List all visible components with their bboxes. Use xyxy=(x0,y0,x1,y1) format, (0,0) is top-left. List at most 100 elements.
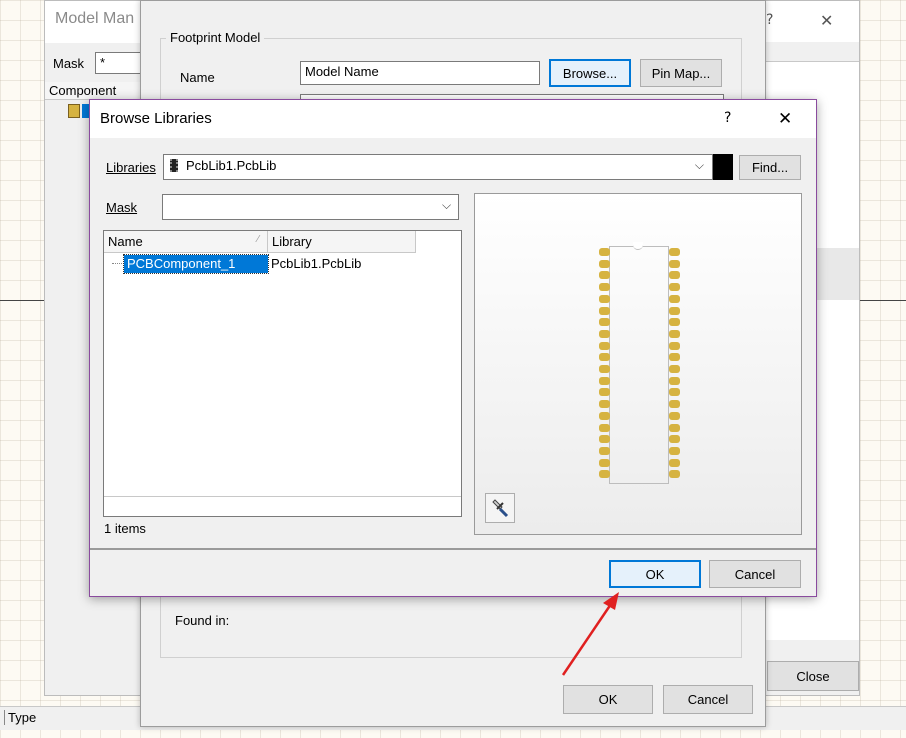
right-pad xyxy=(669,283,680,292)
browse-footer-separator xyxy=(90,548,816,550)
left-pad xyxy=(599,423,610,432)
left-pad xyxy=(599,388,610,397)
right-pad xyxy=(669,365,680,373)
sort-ascending-icon: ⁄ xyxy=(257,234,259,245)
item-count: 1 items xyxy=(104,521,146,536)
find-button[interactable]: Find... xyxy=(739,155,801,180)
library-column-header[interactable]: Library xyxy=(268,231,416,253)
right-pad xyxy=(669,376,680,385)
browse-cancel-button[interactable]: Cancel xyxy=(709,560,801,588)
component-icon xyxy=(68,104,80,118)
list-item-library: PcbLib1.PcbLib xyxy=(271,256,362,271)
right-pad xyxy=(669,294,680,303)
wrench-hammer-icon xyxy=(492,499,509,518)
left-pad xyxy=(599,470,610,479)
right-pad xyxy=(669,353,680,362)
model-manager-title: Model Man xyxy=(55,10,135,27)
right-pad xyxy=(669,306,680,315)
list-item[interactable]: PCBComponent_1 PcbLib1.PcbLib xyxy=(104,254,416,274)
right-pad xyxy=(669,446,680,455)
browse-libraries-title: Browse Libraries xyxy=(100,110,212,127)
close-button-label: Close xyxy=(796,668,830,684)
footprint-ok-label: OK xyxy=(598,692,618,707)
footprint-cancel-button[interactable]: Cancel xyxy=(663,685,753,714)
left-pad xyxy=(599,341,610,350)
left-pad xyxy=(599,248,610,256)
footprint-preview xyxy=(474,193,802,535)
left-pad xyxy=(599,400,610,409)
right-pad xyxy=(669,271,680,280)
libraries-selected-value: PcbLib1.PcbLib xyxy=(186,158,277,173)
right-pad xyxy=(669,411,680,420)
left-pad xyxy=(599,458,610,467)
libraries-label: Libraries xyxy=(106,160,156,175)
left-pad xyxy=(599,365,610,373)
name-input[interactable]: Model Name xyxy=(300,61,540,85)
right-pad xyxy=(669,318,680,327)
left-pad xyxy=(599,283,610,292)
ic-body-outline xyxy=(609,246,669,484)
left-pad xyxy=(599,306,610,315)
browse-ok-label: OK xyxy=(645,566,665,582)
model-manager-right-panel-top xyxy=(766,42,859,62)
browse-mask-label: Mask xyxy=(106,200,137,215)
right-pad xyxy=(669,458,680,467)
right-pad xyxy=(669,435,680,444)
left-pad xyxy=(599,294,610,303)
list-item-name: PCBComponent_1 xyxy=(123,254,269,274)
chevron-down-icon: ⌵ xyxy=(694,158,704,172)
browse-mask-label-text: Mask xyxy=(106,200,138,215)
browse-ok-button[interactable]: OK xyxy=(609,560,701,588)
found-in-label: Found in: xyxy=(175,613,230,628)
library-color-swatch xyxy=(713,154,733,180)
library-chip-icon xyxy=(170,159,178,172)
libraries-select[interactable]: PcbLib1.PcbLib ⌵ xyxy=(163,154,713,180)
pin-map-button[interactable]: Pin Map... xyxy=(640,59,722,87)
left-pad xyxy=(599,271,610,280)
library-column-label: Library xyxy=(272,234,312,249)
left-pad xyxy=(599,318,610,327)
libraries-label-text: Libraries xyxy=(106,160,156,175)
model-manager-help-button[interactable]: ? xyxy=(766,12,773,28)
model-manager-close-icon[interactable]: ✕ xyxy=(820,11,833,30)
find-button-label: Find... xyxy=(751,160,789,175)
right-pad xyxy=(669,400,680,409)
left-pad xyxy=(599,435,610,444)
close-button[interactable]: Close xyxy=(767,661,859,691)
tree-connector xyxy=(112,263,124,264)
list-bottom-divider xyxy=(104,496,461,497)
browse-button-label: Browse... xyxy=(562,65,618,81)
browse-mask-input[interactable] xyxy=(162,194,459,220)
component-list[interactable]: Name ⁄ Library PCBComponent_1 PcbLib1.Pc… xyxy=(103,230,462,536)
right-pad xyxy=(669,248,680,256)
browse-button[interactable]: Browse... xyxy=(549,59,631,87)
right-pad xyxy=(669,329,680,338)
browse-help-button[interactable]: ? xyxy=(724,110,731,126)
right-pad xyxy=(669,259,680,268)
status-type-label: Type xyxy=(4,710,36,725)
name-label: Name xyxy=(180,70,215,85)
left-pad xyxy=(599,329,610,338)
name-column-header[interactable]: Name ⁄ xyxy=(104,231,268,253)
tools-button[interactable] xyxy=(485,493,515,523)
right-pad xyxy=(669,388,680,397)
browse-libraries-dialog: Browse Libraries ? ✕ Libraries PcbLib1.P… xyxy=(89,99,817,597)
browse-cancel-label: Cancel xyxy=(734,566,776,582)
left-pad xyxy=(599,353,610,362)
right-pad xyxy=(669,423,680,432)
left-pad xyxy=(599,411,610,420)
mask-label: Mask xyxy=(53,56,85,71)
footprint-ok-button[interactable]: OK xyxy=(563,685,653,714)
name-column-label: Name xyxy=(108,234,143,249)
right-pad xyxy=(669,341,680,350)
left-pad xyxy=(599,259,610,268)
pin-map-button-label: Pin Map... xyxy=(651,65,711,81)
left-pad xyxy=(599,446,610,455)
browse-close-icon[interactable]: ✕ xyxy=(778,109,792,129)
footprint-group-title: Footprint Model xyxy=(166,30,265,45)
left-pad xyxy=(599,376,610,385)
footprint-cancel-label: Cancel xyxy=(687,692,729,707)
mask-input[interactable]: * xyxy=(95,52,143,74)
component-column-header: Component xyxy=(45,82,143,100)
mask-chevron-down-icon: ⌵ xyxy=(442,198,452,212)
